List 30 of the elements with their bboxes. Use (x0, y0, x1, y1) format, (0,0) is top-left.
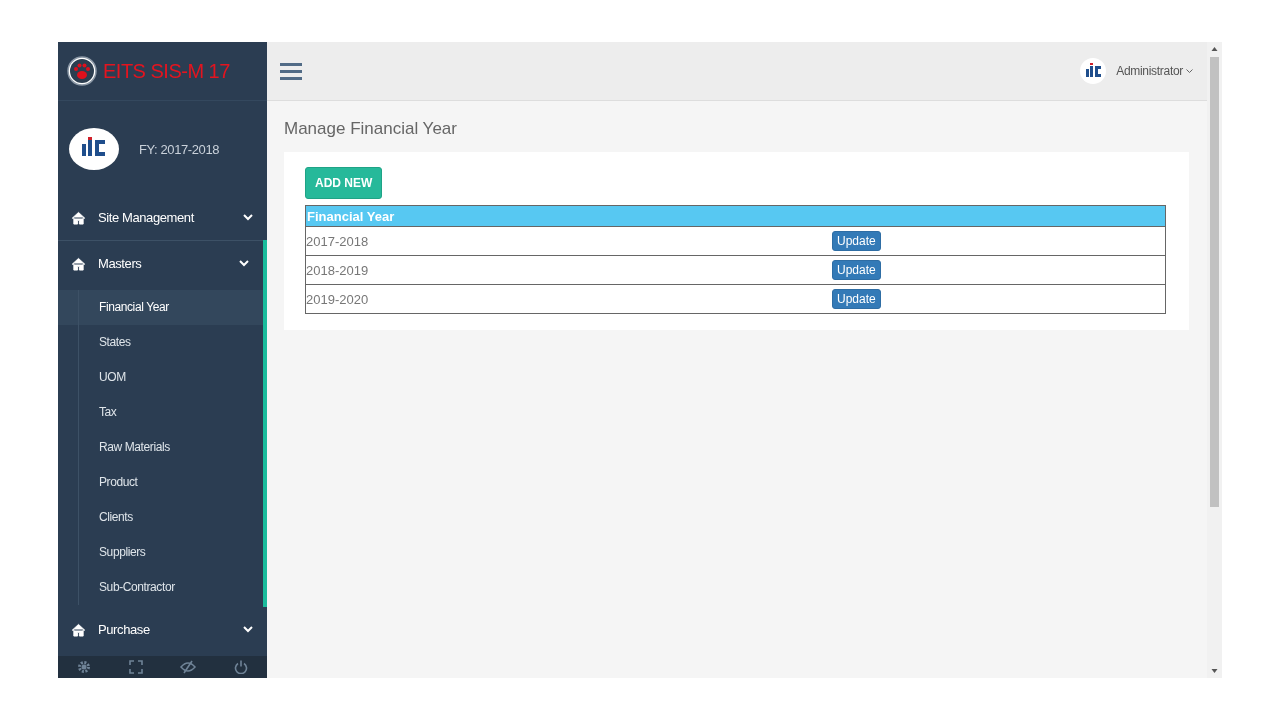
user-menu[interactable]: Administrator (1116, 64, 1193, 78)
fullscreen-icon[interactable] (128, 660, 143, 674)
app-title: EITS SIS-M 17 (103, 59, 230, 83)
financial-year-label: FY: 2017-2018 (139, 141, 220, 157)
page-title: Manage Financial Year (284, 119, 458, 139)
update-button[interactable]: Update (832, 289, 881, 309)
power-icon[interactable] (234, 660, 249, 674)
update-button[interactable]: Update (832, 260, 881, 280)
eye-slash-icon[interactable] (180, 660, 197, 674)
update-button[interactable]: Update (832, 231, 881, 251)
chevron-icon (243, 214, 253, 221)
menu-icon[interactable] (280, 62, 302, 80)
nav-item[interactable]: Purchase (58, 607, 267, 652)
submenu-item[interactable]: Financial Year (58, 290, 263, 325)
scrollbar[interactable] (1207, 42, 1222, 678)
column-header: Financial Year (305, 205, 1166, 227)
caret-icon (1186, 68, 1193, 74)
chevron-icon (243, 626, 253, 633)
user-avatar-icon (1080, 58, 1107, 84)
table-cell: 2017-2018 (305, 226, 832, 256)
settings-icon[interactable] (76, 660, 91, 674)
home-icon (71, 622, 86, 637)
table-cell: 2018-2019 (305, 255, 832, 285)
paw-logo-icon (67, 56, 97, 86)
chevron-icon (239, 260, 249, 267)
table-cell: 2019-2020 (305, 284, 832, 314)
company-logo-icon (69, 128, 119, 170)
nav-item[interactable]: Site Management (58, 195, 267, 240)
home-icon (71, 210, 86, 225)
home-icon (71, 256, 86, 271)
